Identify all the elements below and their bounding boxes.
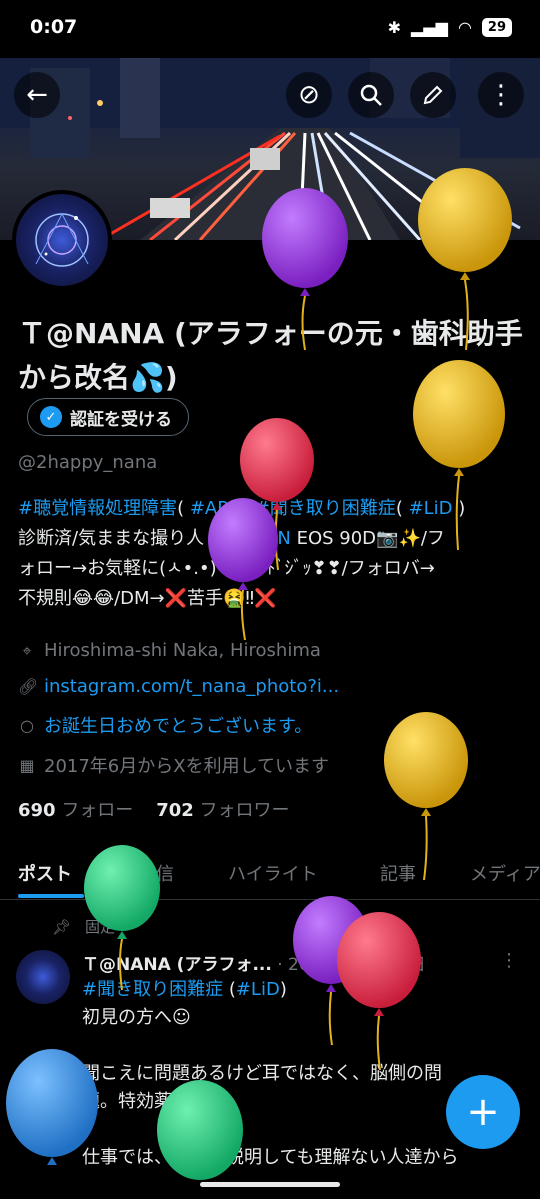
website-row: 🔗︎ instagram.com/t_nana_photo?i... bbox=[18, 676, 339, 697]
joined-row: ▦ 2017年6月からXを利用しています bbox=[18, 752, 329, 778]
get-verified-button[interactable]: ✓ 認証を受ける bbox=[27, 398, 189, 436]
pinned-indicator: 📌︎ 固定 bbox=[52, 916, 115, 937]
hashtag-link[interactable]: #聞き取り困難症 bbox=[255, 498, 396, 519]
battery-indicator: 29 bbox=[481, 18, 512, 37]
bio-line: ォロー→お気軽に(ㅅ•.•)♡*.+ﾟﾄﾞｼﾞｯ❣❣/フォロバ→ bbox=[18, 558, 435, 579]
profile-handle: @2happy_nana bbox=[18, 452, 158, 473]
post-avatar[interactable] bbox=[16, 950, 70, 1004]
profile-tabs: ポスト 返信 ハイライト 記事 メディア bbox=[0, 846, 540, 900]
bio-line: 不規則😂😂/DM→❌苦手🤮‼❌ bbox=[18, 588, 277, 609]
bio-line: #聴覚情報処理障害( #APD )#聞き取り困難症( #LiD ) bbox=[18, 494, 523, 524]
location-text: Hiroshima-shi Naka, Hiroshima bbox=[44, 640, 321, 661]
status-icons: ✱ ▂▄▆ ◠ 29 bbox=[388, 18, 512, 37]
post-date: · 2023年08月21日 bbox=[277, 955, 426, 975]
post-text: ( bbox=[223, 979, 236, 1000]
bio-text: ( bbox=[177, 498, 190, 519]
tab-highlights[interactable]: ハイライト bbox=[228, 860, 318, 886]
birthday-row: ○ お誕生日おめでとうございます。 bbox=[18, 712, 312, 738]
bio-text: 診断済/気ままな撮り人 bbox=[18, 528, 210, 549]
follow-counts: 690 フォロー 702 フォロワー bbox=[18, 796, 290, 822]
bluetooth-icon: ✱ bbox=[387, 18, 402, 37]
balloon-icon: ○ bbox=[20, 715, 34, 735]
followers-label: フォロワー bbox=[199, 800, 290, 821]
bio-text: ( bbox=[395, 498, 409, 519]
plus-icon: + bbox=[466, 1089, 500, 1135]
calendar-icon: ▦ bbox=[19, 755, 35, 775]
status-bar: 0:07 ✱ ▂▄▆ ◠ 29 bbox=[0, 0, 540, 58]
back-arrow-icon: ← bbox=[26, 80, 48, 110]
location-pin-icon: ⌖ bbox=[22, 640, 32, 660]
post-line: #聞き取り困難症 (#LiD) bbox=[82, 976, 527, 1004]
followers-link[interactable]: 702 フォロワー bbox=[156, 800, 289, 821]
hashtag-link[interactable]: #聴覚情報処理障害 bbox=[18, 498, 177, 519]
location-row: ⌖ Hiroshima-shi Naka, Hiroshima bbox=[18, 640, 321, 661]
grok-button[interactable]: ⊘ bbox=[286, 72, 332, 118]
pinned-label: 固定 bbox=[85, 918, 116, 936]
search-icon bbox=[360, 84, 382, 106]
wifi-icon: ◠ bbox=[457, 18, 472, 37]
joined-text: 2017年6月からXを利用しています bbox=[44, 756, 330, 777]
tab-replies[interactable]: 返信 bbox=[138, 860, 174, 886]
bio-text: ) bbox=[452, 498, 466, 519]
birthday-text[interactable]: お誕生日おめでとうございます。 bbox=[44, 712, 312, 738]
post-header: Ｔ@NANA (アラフォ... · 2023年08月21日 bbox=[82, 950, 522, 975]
following-link[interactable]: 690 フォロー bbox=[18, 800, 133, 821]
hashtag-link[interactable]: #CANON bbox=[210, 528, 291, 549]
post-author-name[interactable]: Ｔ@NANA (アラフォ... bbox=[82, 955, 272, 975]
website-link[interactable]: instagram.com/t_nana_photo?i... bbox=[44, 676, 339, 697]
tab-articles[interactable]: 記事 bbox=[380, 860, 416, 886]
post-more-icon[interactable]: ⋮ bbox=[500, 950, 518, 971]
hashtag-link[interactable]: #聞き取り困難症 bbox=[82, 979, 223, 1000]
profile-avatar[interactable] bbox=[12, 190, 112, 290]
post-line: 仕事では、症状を説明しても理解ない人達から bbox=[82, 1147, 459, 1168]
bio-text: EOS 90D📷✨/フ bbox=[290, 528, 445, 549]
status-time: 0:07 bbox=[30, 16, 78, 38]
hashtag-link[interactable]: #LiD bbox=[236, 979, 280, 1000]
followers-count: 702 bbox=[156, 800, 194, 821]
compose-post-button[interactable]: + bbox=[446, 1075, 520, 1149]
bio-text: ) bbox=[241, 498, 255, 519]
following-count: 690 bbox=[18, 800, 56, 821]
signal-icon: ▂▄▆ bbox=[411, 18, 448, 37]
profile-bio: #聴覚情報処理障害( #APD )#聞き取り困難症( #LiD ) 診断済/気ま… bbox=[18, 494, 523, 614]
pin-icon: 📌︎ bbox=[52, 917, 72, 936]
edit-profile-button[interactable] bbox=[410, 72, 456, 118]
more-vertical-icon: ⋮ bbox=[488, 80, 514, 110]
tab-media[interactable]: メディア bbox=[470, 860, 540, 886]
verified-badge-icon: ✓ bbox=[40, 406, 62, 428]
home-indicator bbox=[200, 1182, 340, 1187]
more-button[interactable]: ⋮ bbox=[478, 72, 524, 118]
post-line: 初見の方へ☺ bbox=[82, 1007, 191, 1028]
tab-posts[interactable]: ポスト bbox=[18, 860, 72, 886]
search-button[interactable] bbox=[348, 72, 394, 118]
hashtag-link[interactable]: #APD bbox=[190, 498, 242, 519]
hashtag-link[interactable]: #LiD bbox=[409, 498, 453, 519]
pencil-icon bbox=[423, 85, 443, 105]
circle-slash-icon: ⊘ bbox=[298, 80, 320, 110]
active-tab-indicator bbox=[18, 894, 84, 898]
back-button[interactable]: ← bbox=[14, 72, 60, 118]
following-label: フォロー bbox=[61, 800, 134, 821]
profile-name: Ｔ@NANA (アラフォーの元・歯科助手から改名💦) bbox=[18, 317, 523, 394]
post-body[interactable]: #聞き取り困難症 (#LiD) 初見の方へ☺ 聞こえに問題あるけど耳ではなく、脳… bbox=[82, 976, 527, 1172]
bio-line: 診断済/気ままな撮り人 #CANON EOS 90D📷✨/フ bbox=[18, 524, 523, 554]
link-icon: 🔗︎ bbox=[18, 677, 39, 696]
post-text: ) bbox=[279, 979, 287, 1000]
get-verified-label: 認証を受ける bbox=[70, 409, 172, 430]
